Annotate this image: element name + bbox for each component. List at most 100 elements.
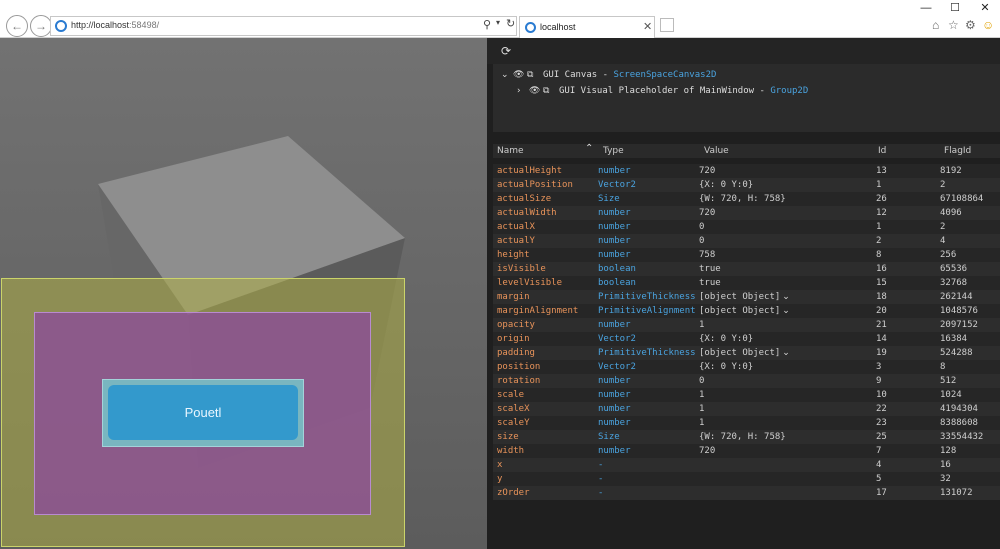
new-tab-button[interactable] [660, 18, 674, 32]
forward-button[interactable]: → [30, 15, 52, 37]
property-type-text: - [598, 460, 604, 470]
table-row[interactable]: scaleX number 1 22 4194304 [493, 402, 1000, 416]
search-icon[interactable]: ⚲ [483, 18, 491, 31]
table-row[interactable]: width number 720 7 128 [493, 444, 1000, 458]
property-value[interactable]: {W: 720, H: 758} [699, 192, 786, 206]
table-row[interactable]: rotation number 0 9 512 [493, 374, 1000, 388]
dropdown-icon[interactable]: ▾ [496, 18, 500, 27]
address-bar[interactable]: http://localhost:58498/ [50, 16, 517, 36]
render-viewport[interactable]: Pouetl [0, 38, 487, 549]
tree-node-gui-canvas[interactable]: ⌄ 👁 ⧉ GUI Canvas - ScreenSpaceCanvas2D [501, 68, 716, 82]
star-icon[interactable]: ☆ [948, 18, 959, 32]
table-row[interactable]: origin Vector2 {X: 0 Y:0} 14 16384 [493, 332, 1000, 346]
column-value[interactable]: Value [704, 146, 729, 156]
table-row[interactable]: margin PrimitiveThickness [object Object] ⌄… [493, 290, 1000, 304]
home-icon[interactable]: ⌂ [932, 18, 939, 32]
table-row[interactable]: x - 4 16 [493, 458, 1000, 472]
property-value[interactable]: 1 [699, 402, 704, 416]
table-row[interactable]: actualHeight number 720 13 8192 [493, 164, 1000, 178]
table-row[interactable]: position Vector2 {X: 0 Y:0} 3 8 [493, 360, 1000, 374]
property-flagid: 8 [940, 360, 945, 374]
property-value[interactable]: 0 [699, 220, 704, 234]
table-row[interactable]: isVisible boolean true 16 65536 [493, 262, 1000, 276]
tree-node-visual-placeholder[interactable]: › 👁 ⧉ GUI Visual Placeholder of MainWindow … [517, 84, 808, 98]
table-row[interactable]: padding PrimitiveThickness [object Object]… [493, 346, 1000, 360]
property-value[interactable]: 1 [699, 388, 704, 402]
pouetl-button[interactable]: Pouetl [108, 385, 298, 440]
property-flagid: 128 [940, 444, 956, 458]
table-row[interactable]: zOrder - 17 131072 [493, 486, 1000, 500]
table-row[interactable]: actualPosition Vector2 {X: 0 Y:0} 1 2 [493, 178, 1000, 192]
table-row[interactable]: size Size {W: 720, H: 758} 25 33554432 [493, 430, 1000, 444]
table-row[interactable]: height number 758 8 256 [493, 248, 1000, 262]
property-value[interactable]: 0 [699, 374, 704, 388]
property-name: zOrder [497, 486, 530, 500]
property-value[interactable]: [object Object] ⌄ [699, 290, 790, 304]
property-flagid: 4194304 [940, 402, 978, 416]
gear-icon[interactable]: ⚙ [965, 18, 976, 32]
property-value[interactable]: 720 [699, 206, 715, 220]
expand-chevron-icon[interactable]: ⌄ [782, 306, 790, 316]
property-flagid-text: 1048576 [940, 306, 978, 316]
tab-close-icon[interactable]: ✕ [643, 20, 652, 33]
property-value[interactable]: {W: 720, H: 758} [699, 430, 786, 444]
expand-chevron-icon[interactable]: ⌄ [782, 348, 790, 358]
smiley-icon[interactable]: ☺ [982, 18, 994, 32]
column-id[interactable]: Id [878, 146, 886, 156]
property-value[interactable]: {X: 0 Y:0} [699, 178, 753, 192]
table-row[interactable]: actualX number 0 1 2 [493, 220, 1000, 234]
expand-chevron-icon[interactable]: ⌄ [782, 292, 790, 302]
property-type-text: - [598, 488, 604, 498]
property-type: Vector2 [598, 178, 636, 192]
property-id-text: 21 [876, 320, 887, 330]
property-name-text: actualWidth [497, 208, 557, 218]
column-name[interactable]: Name [497, 146, 524, 156]
property-value-text: {W: 720, H: 758} [699, 194, 786, 204]
maximize-button[interactable]: ☐ [940, 0, 970, 16]
eye-icon[interactable]: 👁 [513, 68, 527, 82]
property-value-text: true [699, 264, 721, 274]
property-value[interactable]: 758 [699, 248, 715, 262]
sort-ascending-icon[interactable]: ⌃ [585, 143, 593, 154]
table-row[interactable]: levelVisible boolean true 15 32768 [493, 276, 1000, 290]
eye-icon[interactable]: 👁 [529, 84, 543, 98]
column-flagid[interactable]: FlagId [944, 146, 971, 156]
property-value[interactable]: 720 [699, 444, 715, 458]
refresh-icon[interactable]: ↻ [506, 17, 515, 30]
refresh-tree-icon[interactable]: ⟳ [501, 44, 511, 58]
property-value-text: 720 [699, 208, 716, 218]
property-flagid-text: 32768 [940, 278, 968, 288]
collapse-chevron-icon[interactable]: ⌄ [501, 68, 513, 82]
property-value[interactable]: 720 [699, 164, 715, 178]
table-row[interactable]: actualWidth number 720 12 4096 [493, 206, 1000, 220]
back-button[interactable]: ← [6, 15, 28, 37]
property-flagid: 16384 [940, 332, 967, 346]
table-row[interactable]: scale number 1 10 1024 [493, 388, 1000, 402]
property-value[interactable]: 0 [699, 234, 704, 248]
property-value-text: 1 [699, 320, 705, 330]
table-row[interactable]: opacity number 1 21 2097152 [493, 318, 1000, 332]
property-value[interactable]: true [699, 276, 721, 290]
expand-chevron-icon[interactable]: › [517, 84, 529, 98]
tab-localhost[interactable]: localhost ✕ [519, 16, 655, 38]
property-value[interactable]: {X: 0 Y:0} [699, 360, 753, 374]
property-value[interactable]: {X: 0 Y:0} [699, 332, 753, 346]
table-row[interactable]: y - 5 32 [493, 472, 1000, 486]
property-value[interactable]: 1 [699, 416, 704, 430]
property-value[interactable]: [object Object] ⌄ [699, 346, 790, 360]
property-name: actualPosition [497, 178, 573, 192]
table-row[interactable]: scaleY number 1 23 8388608 [493, 416, 1000, 430]
table-row[interactable]: marginAlignment PrimitiveAlignment [object… [493, 304, 1000, 318]
tree-node-type: Group2D [770, 86, 809, 96]
property-flagid-text: 128 [940, 446, 957, 456]
property-type-text: Size [598, 432, 620, 442]
table-row[interactable]: actualSize Size {W: 720, H: 758} 26 67108864 [493, 192, 1000, 206]
property-value[interactable]: true [699, 262, 721, 276]
property-value[interactable]: [object Object] ⌄ [699, 304, 790, 318]
close-window-button[interactable]: ✕ [970, 0, 1000, 16]
property-value-text: 1 [699, 418, 705, 428]
property-value[interactable]: 1 [699, 318, 704, 332]
minimize-button[interactable]: — [911, 0, 941, 16]
column-type[interactable]: Type [603, 146, 624, 156]
table-row[interactable]: actualY number 0 2 4 [493, 234, 1000, 248]
